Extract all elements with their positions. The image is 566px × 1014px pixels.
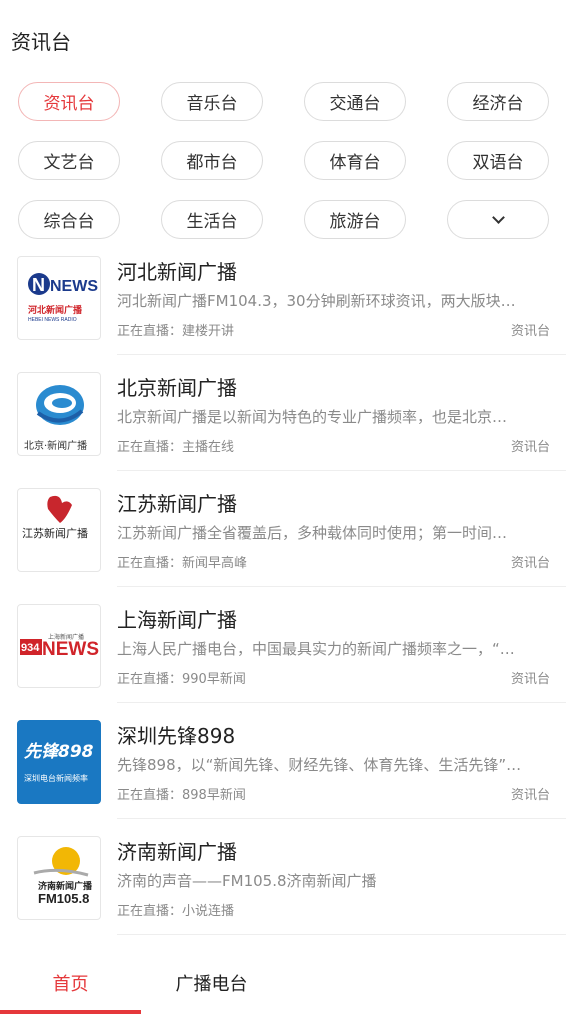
station-name: 江苏新闻广播: [117, 492, 237, 516]
station-name: 上海新闻广播: [117, 608, 237, 632]
station-description: 先锋898，以“新闻先锋、财经先锋、体育先锋、生活先锋”…: [117, 756, 522, 774]
station-category-tag: 资讯台: [510, 672, 550, 687]
station-description: 上海人民广播电台，中国最具实力的新闻广播频率之一，“…: [117, 640, 515, 658]
station-category-tag: 资讯台: [510, 440, 550, 455]
station-category-tag: 资讯台: [510, 788, 550, 803]
station-description: 河北新闻广播FM104.3，30分钟刷新环球资讯，两大版块…: [117, 292, 516, 310]
category-chip-general[interactable]: 综合台: [18, 200, 120, 239]
svg-text:FM105.8: FM105.8: [38, 891, 89, 906]
station-name: 深圳先锋898: [117, 724, 236, 748]
active-tab-indicator: [0, 1010, 141, 1014]
live-program: 正在直播：主播在线: [117, 440, 235, 455]
category-chip-bilingual[interactable]: 双语台: [447, 141, 549, 180]
logo-text: NEWS: [50, 278, 98, 295]
live-program: 正在直播：898早新闻: [117, 788, 246, 803]
list-item[interactable]: 934 NEWS 上海新闻广播 上海新闻广播 上海人民广播电台，中国最具实力的新…: [0, 602, 566, 718]
station-list: N NEWS 河北新闻广播 HEBEI NEWS RADIO 河北新闻广播 河北…: [0, 254, 566, 950]
station-logo: 江苏新闻广播: [17, 488, 101, 572]
station-name: 济南新闻广播: [117, 840, 237, 864]
svg-text:N: N: [32, 275, 45, 295]
station-description: 江苏新闻广播全省覆盖后，多种载体同时使用；第一时间…: [117, 524, 508, 542]
tab-home[interactable]: 首页: [0, 952, 141, 1014]
logo-text: 江苏新闻广播: [22, 526, 88, 540]
list-item[interactable]: 济南新闻广播 FM105.8 济南新闻广播 济南的声音——FM105.8济南新闻…: [0, 834, 566, 950]
divider: [117, 586, 566, 587]
category-chip-sports[interactable]: 体育台: [304, 141, 406, 180]
live-program: 正在直播：新闻早高峰: [117, 556, 248, 571]
live-program: 正在直播：建楼开讲: [117, 324, 235, 339]
station-logo: 济南新闻广播 FM105.8: [17, 836, 101, 920]
logo-text: 先锋898: [24, 742, 94, 762]
divider: [117, 934, 566, 935]
chevron-down-icon: [491, 210, 505, 224]
category-chip-travel[interactable]: 旅游台: [304, 200, 406, 239]
category-chip-music[interactable]: 音乐台: [161, 82, 263, 121]
svg-text:HEBEI NEWS RADIO: HEBEI NEWS RADIO: [28, 317, 77, 323]
category-chip-economy[interactable]: 经济台: [447, 82, 549, 121]
svg-text:深圳电台新闻频率: 深圳电台新闻频率: [24, 773, 88, 783]
tab-home-label: 首页: [52, 974, 89, 995]
station-name: 河北新闻广播: [117, 260, 237, 284]
station-category-tag: 资讯台: [510, 556, 550, 571]
bottom-tab-bar: 首页 广播电台: [0, 952, 566, 1014]
category-chip-traffic[interactable]: 交通台: [304, 82, 406, 121]
live-program: 正在直播：小说连播: [117, 904, 235, 919]
list-item[interactable]: N NEWS 河北新闻广播 HEBEI NEWS RADIO 河北新闻广播 河北…: [0, 254, 566, 370]
logo-text: NEWS: [42, 639, 99, 660]
divider: [117, 354, 566, 355]
station-description: 北京新闻广播是以新闻为特色的专业广播频率，也是北京…: [117, 408, 508, 426]
logo-text: 北京·新闻广播: [24, 439, 87, 452]
station-category-tag: 资讯台: [510, 324, 550, 339]
category-chip-arts[interactable]: 文艺台: [18, 141, 120, 180]
list-item[interactable]: 北京·新闻广播 北京新闻广播 北京新闻广播是以新闻为特色的专业广播频率，也是北京…: [0, 370, 566, 486]
expand-categories-button[interactable]: [447, 200, 549, 239]
tab-radio-label: 广播电台: [175, 974, 248, 995]
tab-radio-stations[interactable]: 广播电台: [141, 952, 282, 1014]
station-logo: 934 NEWS 上海新闻广播: [17, 604, 101, 688]
category-grid: 资讯台 音乐台 交通台 经济台 文艺台 都市台 体育台 双语台 综合台 生活台 …: [18, 82, 550, 239]
category-chip-life[interactable]: 生活台: [161, 200, 263, 239]
category-chip-news[interactable]: 资讯台: [18, 82, 120, 121]
station-logo: N NEWS 河北新闻广播 HEBEI NEWS RADIO: [17, 256, 101, 340]
category-chip-city[interactable]: 都市台: [161, 141, 263, 180]
svg-text:上海新闻广播: 上海新闻广播: [48, 633, 84, 641]
page-title: 资讯台: [11, 30, 71, 54]
divider: [117, 470, 566, 471]
list-item[interactable]: 江苏新闻广播 江苏新闻广播 江苏新闻广播全省覆盖后，多种载体同时使用；第一时间……: [0, 486, 566, 602]
svg-text:934: 934: [21, 642, 40, 654]
divider: [117, 818, 566, 819]
station-name: 北京新闻广播: [117, 376, 237, 400]
station-logo: 先锋898 深圳电台新闻频率: [17, 720, 101, 804]
station-logo: 北京·新闻广播: [17, 372, 101, 456]
svg-text:河北新闻广播: 河北新闻广播: [28, 304, 83, 316]
divider: [117, 702, 566, 703]
station-description: 济南的声音——FM105.8济南新闻广播: [117, 872, 377, 890]
live-program: 正在直播：990早新闻: [117, 672, 246, 687]
list-item[interactable]: 先锋898 深圳电台新闻频率 深圳先锋898 先锋898，以“新闻先锋、财经先锋…: [0, 718, 566, 834]
